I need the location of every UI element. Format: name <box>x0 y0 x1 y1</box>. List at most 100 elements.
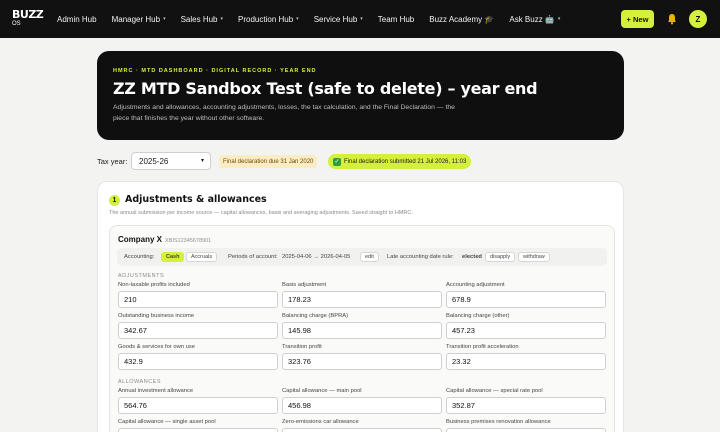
check-icon: ✓ <box>333 157 341 166</box>
field-label: Basis adjustment <box>282 282 327 288</box>
edit-periods-button[interactable]: edit <box>360 252 379 262</box>
chevron-down-icon: ▾ <box>163 16 166 22</box>
due-badge: Final declaration due 31 Jan 2020 <box>219 155 318 168</box>
nav-item-ask-buzz[interactable]: Ask Buzz 🤖 ▾ <box>509 15 560 24</box>
field-basis-adjustment: Basis adjustment 178.23 <box>282 282 442 308</box>
field-label: Goods & services for own use <box>118 344 196 350</box>
field-goods-services-own-use: Goods & services for own use 432.9 <box>118 344 278 370</box>
accounting-bar: Accounting: Cash Accruals Periods of acc… <box>117 248 607 266</box>
late-rule-value: elected <box>462 254 482 260</box>
transition-profit-acceleration-input[interactable]: 23.32 <box>446 353 606 370</box>
nav-item-service-hub[interactable]: Service Hub ▾ <box>314 15 363 24</box>
field-label: Accounting adjustment <box>446 282 505 288</box>
hero-description: Adjustments and allowances, accounting a… <box>113 104 455 122</box>
nav-item-label: Sales Hub <box>180 14 218 24</box>
transition-profit-input[interactable]: 323.76 <box>282 353 442 370</box>
field-label: Non-taxable profits included <box>118 282 190 288</box>
brand-name: BUZZ <box>12 8 44 21</box>
goods-services-own-use-input[interactable]: 432.9 <box>118 353 278 370</box>
field-label: Business premises renovation allowance <box>446 419 551 425</box>
brand-suffix: OS <box>12 21 21 27</box>
outstanding-business-income-input[interactable]: 342.67 <box>118 322 278 339</box>
periods-label: Periods of account: <box>228 254 278 260</box>
nav-item-team-hub[interactable]: Team Hub <box>378 15 414 24</box>
field-outstanding-business-income: Outstanding business income 342.67 <box>118 313 278 339</box>
field-business-premises-renovation: Business premises renovation allowance <box>446 419 606 432</box>
new-button[interactable]: + New <box>621 10 654 28</box>
field-label: Transition profit <box>282 344 322 350</box>
field-label: Capital allowance — main pool <box>282 388 362 394</box>
capital-allowance-special-rate-input[interactable]: 352.87 <box>446 397 606 414</box>
capital-allowance-single-asset-input[interactable] <box>118 428 278 432</box>
company-panel: Company X XBIS12345678901 Accounting: Cas… <box>109 225 615 432</box>
section-number: 1 <box>109 195 120 206</box>
field-capital-allowance-main-pool: Capital allowance — main pool 456.98 <box>282 388 442 414</box>
allowances-group-label: ALLOWANCES <box>118 379 162 385</box>
avatar[interactable]: Z <box>689 10 707 28</box>
bell-icon[interactable] <box>665 12 679 26</box>
nav-item-buzz-academy[interactable]: Buzz Academy 🎓 <box>429 15 494 24</box>
section-title: Adjustments & allowances <box>125 194 267 205</box>
field-label: Balancing charge (BPRA) <box>282 313 349 319</box>
section-description: The annual submission per income source … <box>109 210 413 216</box>
brand-logo[interactable]: BUZZ OS <box>12 8 44 27</box>
nav-item-admin-hub[interactable]: Admin Hub <box>57 15 97 24</box>
submitted-badge: ✓ Final declaration submitted 21 Jul 202… <box>328 154 472 169</box>
accounting-accruals-toggle[interactable]: Accruals <box>186 252 218 262</box>
hero-kicker: HMRC · MTD DASHBOARD · DIGITAL RECORD · … <box>113 68 317 74</box>
chevron-down-icon: ▾ <box>557 16 561 22</box>
top-nav: BUZZ OS Admin Hub Manager Hub ▾ Sales Hub… <box>0 0 720 38</box>
field-transition-profit-acceleration: Transition profit acceleration 23.32 <box>446 344 606 370</box>
field-transition-profit: Transition profit 323.76 <box>282 344 442 370</box>
nav-item-label: Buzz Academy 🎓 <box>429 14 495 24</box>
field-label: Annual investment allowance <box>118 388 194 394</box>
basis-adjustment-input[interactable]: 178.23 <box>282 291 442 308</box>
nav-item-sales-hub[interactable]: Sales Hub ▾ <box>181 15 223 24</box>
field-label: Capital allowance — single asset pool <box>118 419 216 425</box>
field-label: Capital allowance — special rate pool <box>446 388 543 394</box>
nav-item-label: Manager Hub <box>111 14 161 24</box>
nav-item-label: Service Hub <box>313 14 358 24</box>
field-annual-investment-allowance: Annual investment allowance 564.76 <box>118 388 278 414</box>
page-title: ZZ MTD Sandbox Test (safe to delete) – y… <box>113 79 538 98</box>
tax-year-select[interactable]: 2025-26 ▾ <box>131 152 211 170</box>
adjustments-card: 1 Adjustments & allowances The annual su… <box>97 181 624 432</box>
field-capital-allowance-special-rate: Capital allowance — special rate pool 352… <box>446 388 606 414</box>
accounting-adjustment-input[interactable]: 678.9 <box>446 291 606 308</box>
nav-item-label: Team Hub <box>377 14 415 24</box>
chevron-down-icon: ▾ <box>296 16 299 22</box>
nav-item-label: Production Hub <box>238 14 294 24</box>
field-label: Balancing charge (other) <box>446 313 510 319</box>
field-label: Transition profit acceleration <box>446 344 519 350</box>
hero-banner: HMRC · MTD DASHBOARD · DIGITAL RECORD · … <box>97 51 624 140</box>
chevron-down-icon: ▾ <box>360 16 363 22</box>
chevron-down-icon: ▾ <box>200 158 204 164</box>
accounting-label: Accounting: <box>124 254 155 260</box>
company-name-text: Company X <box>118 235 163 244</box>
nav-item-production-hub[interactable]: Production Hub ▾ <box>238 15 299 24</box>
field-label: Zero-emissions car allowance <box>282 419 359 425</box>
nav-links: Admin Hub Manager Hub ▾ Sales Hub ▾ Produc… <box>57 0 575 38</box>
late-rule-label: Late accounting date rule: <box>387 254 454 260</box>
withdraw-button[interactable]: withdraw <box>518 252 550 262</box>
field-zero-emissions-car: Zero-emissions car allowance <box>282 419 442 432</box>
tax-year-value: 2025-26 <box>139 156 169 166</box>
non-taxable-profits-input[interactable]: 210 <box>118 291 278 308</box>
company-utr: XBIS12345678901 <box>165 238 212 244</box>
field-balancing-charge-other: Balancing charge (other) 457.23 <box>446 313 606 339</box>
nav-item-manager-hub[interactable]: Manager Hub ▾ <box>112 15 166 24</box>
disapply-button[interactable]: disapply <box>485 252 516 262</box>
tax-year-label: Tax year: <box>97 157 128 166</box>
annual-investment-allowance-input[interactable]: 564.76 <box>118 397 278 414</box>
company-name: Company X XBIS12345678901 <box>118 235 211 244</box>
balancing-charge-other-input[interactable]: 457.23 <box>446 322 606 339</box>
accounting-cash-toggle[interactable]: Cash <box>161 252 185 262</box>
capital-allowance-main-pool-input[interactable]: 456.98 <box>282 397 442 414</box>
field-label: Outstanding business income <box>118 313 195 319</box>
field-capital-allowance-single-asset: Capital allowance — single asset pool <box>118 419 278 432</box>
chevron-down-icon: ▾ <box>220 16 224 22</box>
nav-item-label: Admin Hub <box>57 14 97 24</box>
zero-emissions-car-input[interactable] <box>282 428 442 432</box>
balancing-charge-bpra-input[interactable]: 145.98 <box>282 322 442 339</box>
business-premises-renovation-input[interactable] <box>446 428 606 432</box>
